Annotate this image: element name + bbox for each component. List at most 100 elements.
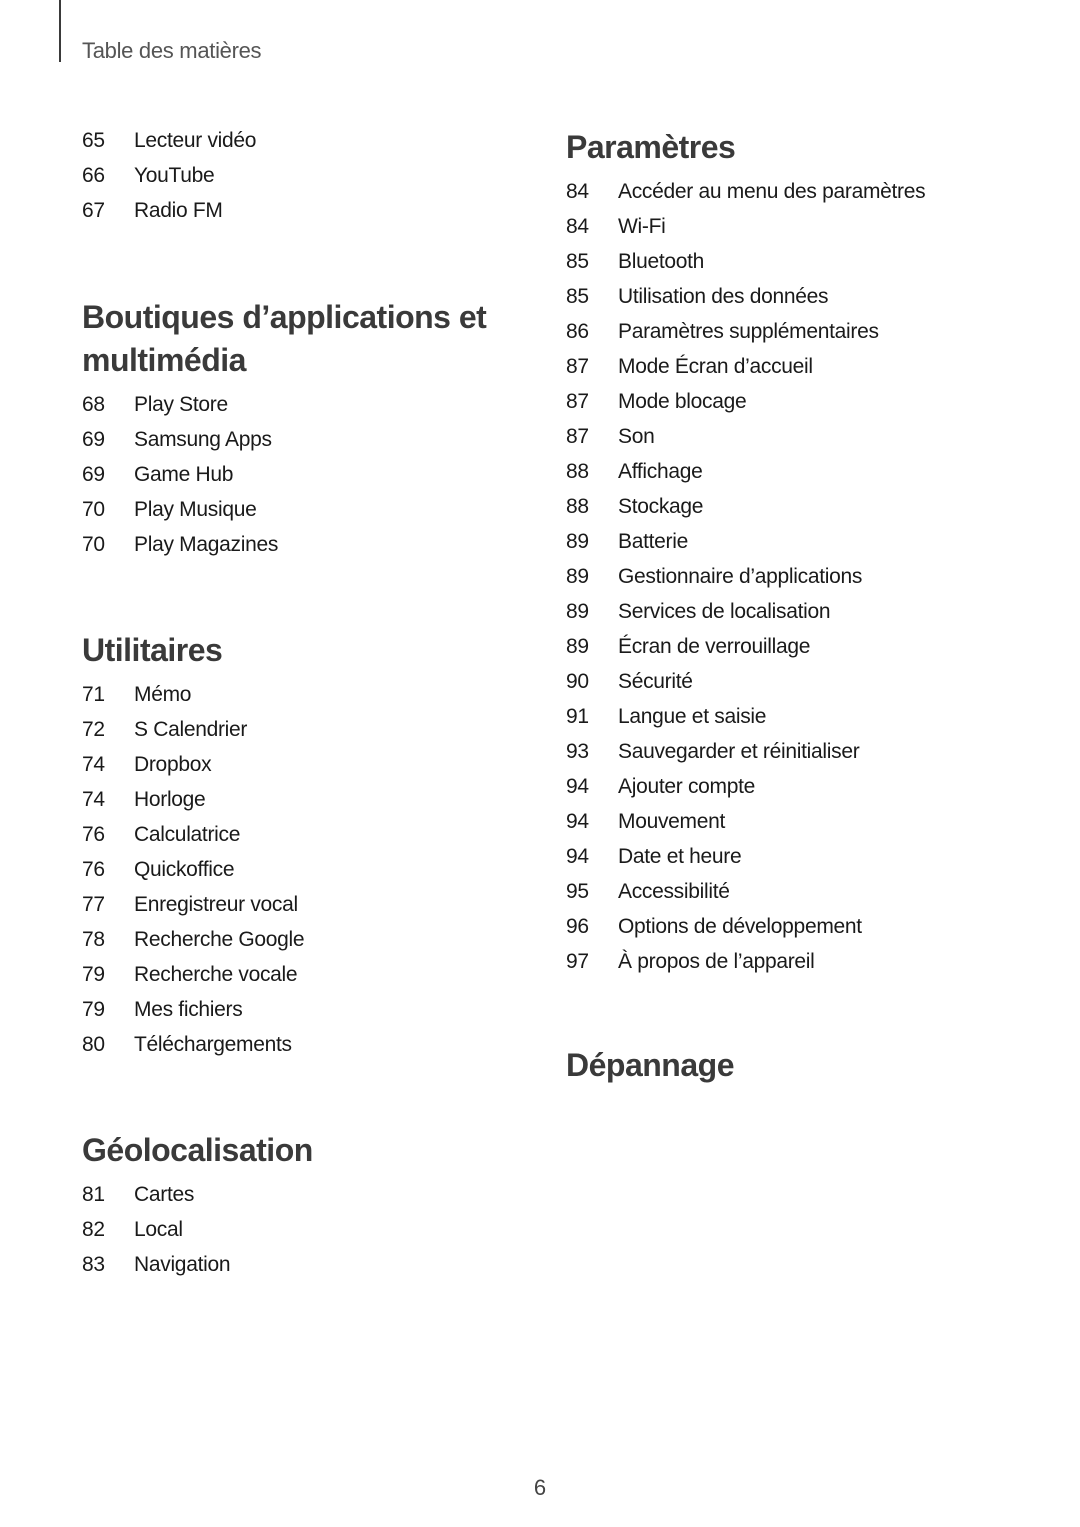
toc-entry-label: Sécurité xyxy=(618,669,693,693)
toc-entry[interactable]: 87 Son xyxy=(566,419,925,454)
toc-entry[interactable]: 72 S Calendrier xyxy=(82,712,304,747)
toc-entry-label: Services de localisation xyxy=(618,599,831,623)
toc-entry-page: 80 xyxy=(82,1032,105,1056)
toc-entry[interactable]: 89 Écran de verrouillage xyxy=(566,629,925,664)
toc-entry[interactable]: 88 Affichage xyxy=(566,454,925,489)
toc-entry[interactable]: 89 Batterie xyxy=(566,524,925,559)
toc-entry-page: 89 xyxy=(566,599,589,623)
toc-entry-page: 71 xyxy=(82,682,105,706)
toc-entry-label: Accéder au menu des paramètres xyxy=(618,179,926,203)
toc-entry-page: 89 xyxy=(566,564,589,588)
header-title: Table des matières xyxy=(82,38,262,63)
toc-entry-label: Recherche vocale xyxy=(134,962,298,986)
section-title-parametres: Paramètres xyxy=(566,129,736,165)
toc-entry[interactable]: 65 Lecteur vidéo xyxy=(82,123,256,158)
toc-entry-page: 96 xyxy=(566,914,589,938)
toc-entry[interactable]: 79 Mes fichiers xyxy=(82,992,304,1027)
intro-entries: 65 Lecteur vidéo 66 YouTube 67 Radio FM xyxy=(82,123,256,228)
toc-entry-page: 94 xyxy=(566,774,589,798)
toc-entry[interactable]: 93 Sauvegarder et réinitialiser xyxy=(566,734,925,769)
toc-entry-page: 78 xyxy=(82,927,105,951)
toc-entry-page: 85 xyxy=(566,249,589,273)
toc-entry-label: Cartes xyxy=(134,1182,195,1206)
toc-entry-label: Mes fichiers xyxy=(134,997,243,1021)
toc-entry[interactable]: 85 Bluetooth xyxy=(566,244,925,279)
toc-entry-page: 90 xyxy=(566,669,589,693)
toc-entry-label: Samsung Apps xyxy=(134,427,272,451)
toc-entry[interactable]: 74 Dropbox xyxy=(82,747,304,782)
toc-entry[interactable]: 81 Cartes xyxy=(82,1177,230,1212)
toc-entry[interactable]: 84 Wi-Fi xyxy=(566,209,925,244)
section-entries-boutiques: 68 Play Store 69 Samsung Apps 69 Game Hub 70 Pl… xyxy=(82,387,278,562)
toc-entry-label: Paramètres supplémentaires xyxy=(618,319,879,343)
toc-entry-label: Gestionnaire d’applications xyxy=(618,564,863,588)
toc-entry-page: 87 xyxy=(566,354,589,378)
toc-entry[interactable]: 82 Local xyxy=(82,1212,230,1247)
toc-entry[interactable]: 97 À propos de l’appareil xyxy=(566,944,925,979)
toc-entry[interactable]: 95 Accessibilité xyxy=(566,874,925,909)
toc-entry-label: Play Store xyxy=(134,392,228,416)
toc-entry-page: 74 xyxy=(82,752,105,776)
toc-entry-page: 83 xyxy=(82,1252,105,1276)
toc-entry[interactable]: 96 Options de développement xyxy=(566,909,925,944)
toc-entry[interactable]: 79 Recherche vocale xyxy=(82,957,304,992)
toc-entry[interactable]: 90 Sécurité xyxy=(566,664,925,699)
toc-entry[interactable]: 83 Navigation xyxy=(82,1247,231,1282)
toc-entry-label: À propos de l’appareil xyxy=(618,949,815,973)
toc-entry[interactable]: 70 Play Magazines xyxy=(82,527,278,562)
toc-entry-label: Stockage xyxy=(618,494,704,518)
toc-entry[interactable]: 89 Gestionnaire d’applications xyxy=(566,559,925,594)
toc-entry[interactable]: 71 Mémo xyxy=(82,677,304,712)
toc-entry[interactable]: 76 Calculatrice xyxy=(82,817,304,852)
toc-entry-label: Mode blocage xyxy=(618,389,747,413)
toc-entry-page: 89 xyxy=(566,634,589,658)
toc-entry[interactable]: 76 Quickoffice xyxy=(82,852,304,887)
toc-entry[interactable]: 70 Play Musique xyxy=(82,492,278,527)
toc-entry[interactable]: 78 Recherche Google xyxy=(82,922,305,957)
toc-entry-page: 79 xyxy=(82,997,105,1021)
header-rule xyxy=(59,0,61,62)
toc-entry[interactable]: 69 Samsung Apps xyxy=(82,422,278,457)
toc-entry-page: 87 xyxy=(566,389,589,413)
toc-entry[interactable]: 94 Ajouter compte xyxy=(566,769,925,804)
toc-entry[interactable]: 67 Radio FM xyxy=(82,193,256,228)
toc-entry[interactable]: 94 Mouvement xyxy=(566,804,925,839)
toc-entry[interactable]: 89 Services de localisation xyxy=(566,594,925,629)
toc-entry-page: 87 xyxy=(566,424,589,448)
toc-entry-page: 69 xyxy=(82,462,105,486)
toc-entry[interactable]: 91 Langue et saisie xyxy=(566,699,925,734)
toc-entry[interactable]: 66 YouTube xyxy=(82,158,256,193)
toc-entry-page: 82 xyxy=(82,1217,105,1241)
toc-entry-page: 69 xyxy=(82,427,105,451)
toc-entry-page: 84 xyxy=(566,179,589,203)
toc-entry-label: Recherche Google xyxy=(134,927,305,951)
toc-entry-label: Ajouter compte xyxy=(618,774,756,798)
toc-entry[interactable]: 69 Game Hub xyxy=(82,457,278,492)
section-title-line: multimédia xyxy=(82,342,246,378)
toc-entry-page: 86 xyxy=(566,319,589,343)
toc-entry[interactable]: 74 Horloge xyxy=(82,782,304,817)
toc-entry-label: Radio FM xyxy=(134,198,223,222)
toc-entry[interactable]: 77 Enregistreur vocal xyxy=(82,887,304,922)
toc-entry[interactable]: 87 Mode blocage xyxy=(566,384,925,419)
toc-entry[interactable]: 87 Mode Écran d’accueil xyxy=(566,349,925,384)
toc-entry-label: Local xyxy=(134,1217,183,1241)
toc-entry-label: Game Hub xyxy=(134,462,234,486)
toc-entry[interactable]: 85 Utilisation des données xyxy=(566,279,925,314)
toc-entry[interactable]: 84 Accéder au menu des paramètres xyxy=(566,174,926,209)
toc-entry-label: Affichage xyxy=(618,459,703,483)
toc-entry-page: 88 xyxy=(566,494,589,518)
toc-entry-label: Dropbox xyxy=(134,752,212,776)
toc-entry-page: 67 xyxy=(82,198,105,222)
toc-entry-label: Calculatrice xyxy=(134,822,241,846)
toc-entry-label: Écran de verrouillage xyxy=(618,634,811,658)
toc-entry[interactable]: 86 Paramètres supplémentaires xyxy=(566,314,925,349)
toc-entry-label: Mode Écran d’accueil xyxy=(618,354,813,378)
toc-entry[interactable]: 88 Stockage xyxy=(566,489,925,524)
toc-entry[interactable]: 80 Téléchargements xyxy=(82,1027,304,1062)
toc-entry[interactable]: 94 Date et heure xyxy=(566,839,925,874)
toc-entry-page: 76 xyxy=(82,822,105,846)
toc-entry[interactable]: 68 Play Store xyxy=(82,387,278,422)
page-number: 6 xyxy=(533,1475,547,1500)
toc-entry-label: Téléchargements xyxy=(134,1032,292,1056)
